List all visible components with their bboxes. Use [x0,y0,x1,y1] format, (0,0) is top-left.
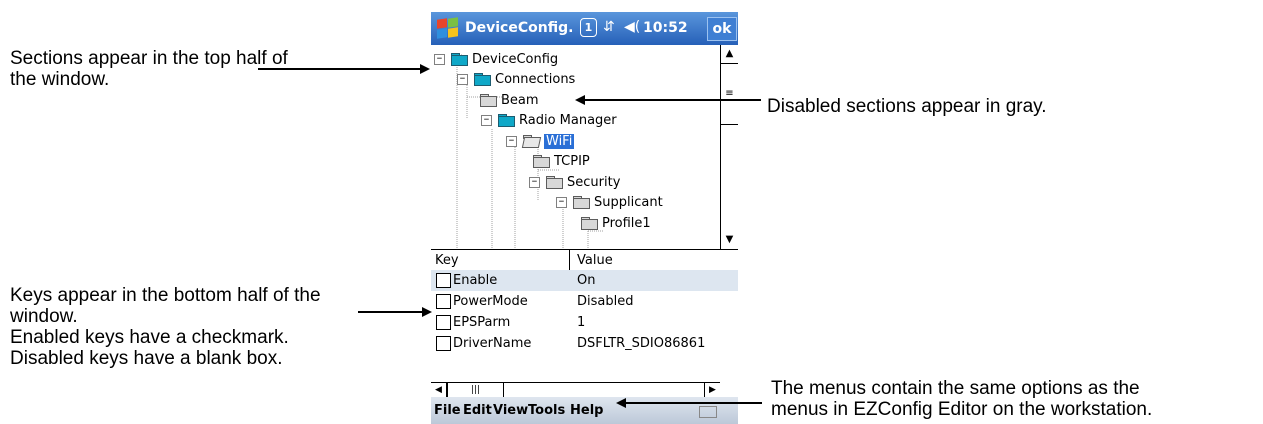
menu-edit[interactable]: Edit [463,403,492,418]
scroll-thumb-horizontal[interactable]: ||| [447,383,504,398]
folder-icon [546,176,563,189]
callout-keys-line: window. [10,306,78,327]
tree-node-label: Radio Manager [519,112,617,128]
tree-node-label: WiFi [544,133,575,149]
menu-tools[interactable]: Tools [528,403,565,418]
key-value: 1 [577,315,586,330]
callout-keys-line: Disabled keys have a blank box. [10,348,283,369]
scroll-right-icon[interactable]: ▶ [704,383,720,398]
tree-node-label: TCPIP [554,153,590,169]
key-value: DSFLTR_SDIO86861 [577,336,706,351]
connectivity-icon[interactable]: ⇵ [603,19,615,35]
menu-help[interactable]: Help [570,403,603,418]
tree-node-label: Beam [501,92,539,108]
windows-start-icon[interactable] [435,17,459,39]
key-name: EPSParm [453,315,511,330]
table-row[interactable]: DriverName DSFLTR_SDIO86861 [431,333,738,354]
ok-button[interactable]: ok [707,17,737,41]
folder-icon [451,53,468,66]
key-checkbox[interactable] [436,315,451,330]
callout-sections-line: the window. [10,69,110,90]
open-folder-icon [521,135,542,148]
collapse-icon[interactable]: − [556,196,567,208]
menu-bar: File Edit View Tools Help [431,397,738,424]
scroll-up-icon[interactable]: ▲ [721,45,738,62]
tree-node[interactable]: − WiFi [506,131,575,151]
tree-node-label: Security [567,174,621,190]
menu-file[interactable]: File [434,403,461,418]
tree-node-label: Profile1 [602,215,651,231]
scroll-down-icon[interactable]: ▼ [721,231,738,248]
collapse-icon[interactable]: − [506,135,517,147]
column-divider[interactable] [569,250,570,270]
collapse-icon[interactable]: − [529,176,540,188]
key-name: Enable [453,273,498,288]
tree-node[interactable]: − Connections [457,69,575,89]
tree-node[interactable]: − Supplicant [556,192,663,212]
callout-sections-line: Sections appear in the top half of [10,48,288,69]
key-checkbox[interactable] [436,294,451,309]
key-value: On [577,273,596,288]
tree-node[interactable]: Beam [480,90,539,110]
collapse-icon[interactable]: − [434,53,445,65]
scroll-left-icon[interactable]: ◀ [431,383,447,398]
keys-list: Enable On PowerMode Disabled EPSParm 1 DriverN… [431,270,738,382]
key-value: Disabled [577,294,634,309]
tree-node[interactable]: − Radio Manager [481,110,617,130]
tree-node-label: Supplicant [594,194,663,210]
folder-icon [480,94,497,107]
folder-icon [498,114,515,127]
folder-icon [581,217,598,230]
callout-sections: Sections appear in the top half of the w… [10,48,288,90]
callout-menus: The menus contain the same options as th… [771,378,1152,420]
table-row[interactable]: PowerMode Disabled [431,291,738,312]
collapse-icon[interactable]: − [457,73,468,85]
callout-menus-line: The menus contain the same options as th… [771,378,1140,399]
title-bar: DeviceConfig. 1 ⇵ ◀( 10:52 ok [431,12,738,45]
tree-node[interactable]: TCPIP [533,151,590,171]
scroll-thumb[interactable]: ≡ [721,63,738,125]
column-key-header[interactable]: Key [435,253,459,268]
callout-keys-line: Keys appear in the bottom half of the [10,285,321,306]
section-tree[interactable]: − DeviceConfig − Connections Beam − Radio Mana… [431,45,720,249]
key-name: DriverName [453,336,532,351]
key-checkbox[interactable] [436,273,451,288]
folder-icon [474,73,491,86]
tree-node-label: Connections [495,71,576,87]
tree-node[interactable]: Profile1 [581,213,651,233]
tree-vertical-scrollbar[interactable]: ▲ ≡ ▼ [720,45,738,249]
device-screen: DeviceConfig. 1 ⇵ ◀( 10:52 ok − DeviceCon… [431,12,738,424]
table-row[interactable]: Enable On [431,270,738,291]
volume-icon[interactable]: ◀( [624,19,640,35]
key-checkbox[interactable] [436,336,451,351]
tree-node-label: DeviceConfig [472,51,559,67]
collapse-icon[interactable]: − [481,114,492,126]
window-title: DeviceConfig. [465,20,574,36]
tree-node[interactable]: − Security [529,172,620,192]
menu-view[interactable]: View [493,403,528,418]
notification-icon[interactable]: 1 [580,18,597,37]
column-value-header[interactable]: Value [577,253,613,268]
clock[interactable]: 10:52 [643,20,688,36]
key-name: PowerMode [453,294,528,309]
callout-disabled-sections: Disabled sections appear in gray. [767,96,1047,117]
tree-node[interactable]: − DeviceConfig [434,49,558,69]
folder-icon [573,196,590,209]
callout-menus-line: menus in EZConfig Editor on the workstat… [771,399,1153,420]
callout-keys: Keys appear in the bottom half of the wi… [10,285,321,369]
table-row[interactable]: EPSParm 1 [431,312,738,333]
folder-icon [533,155,550,168]
keys-header: Key Value [431,249,738,271]
keyboard-icon[interactable] [699,406,717,418]
callout-keys-line: Enabled keys have a checkmark. [10,327,289,348]
